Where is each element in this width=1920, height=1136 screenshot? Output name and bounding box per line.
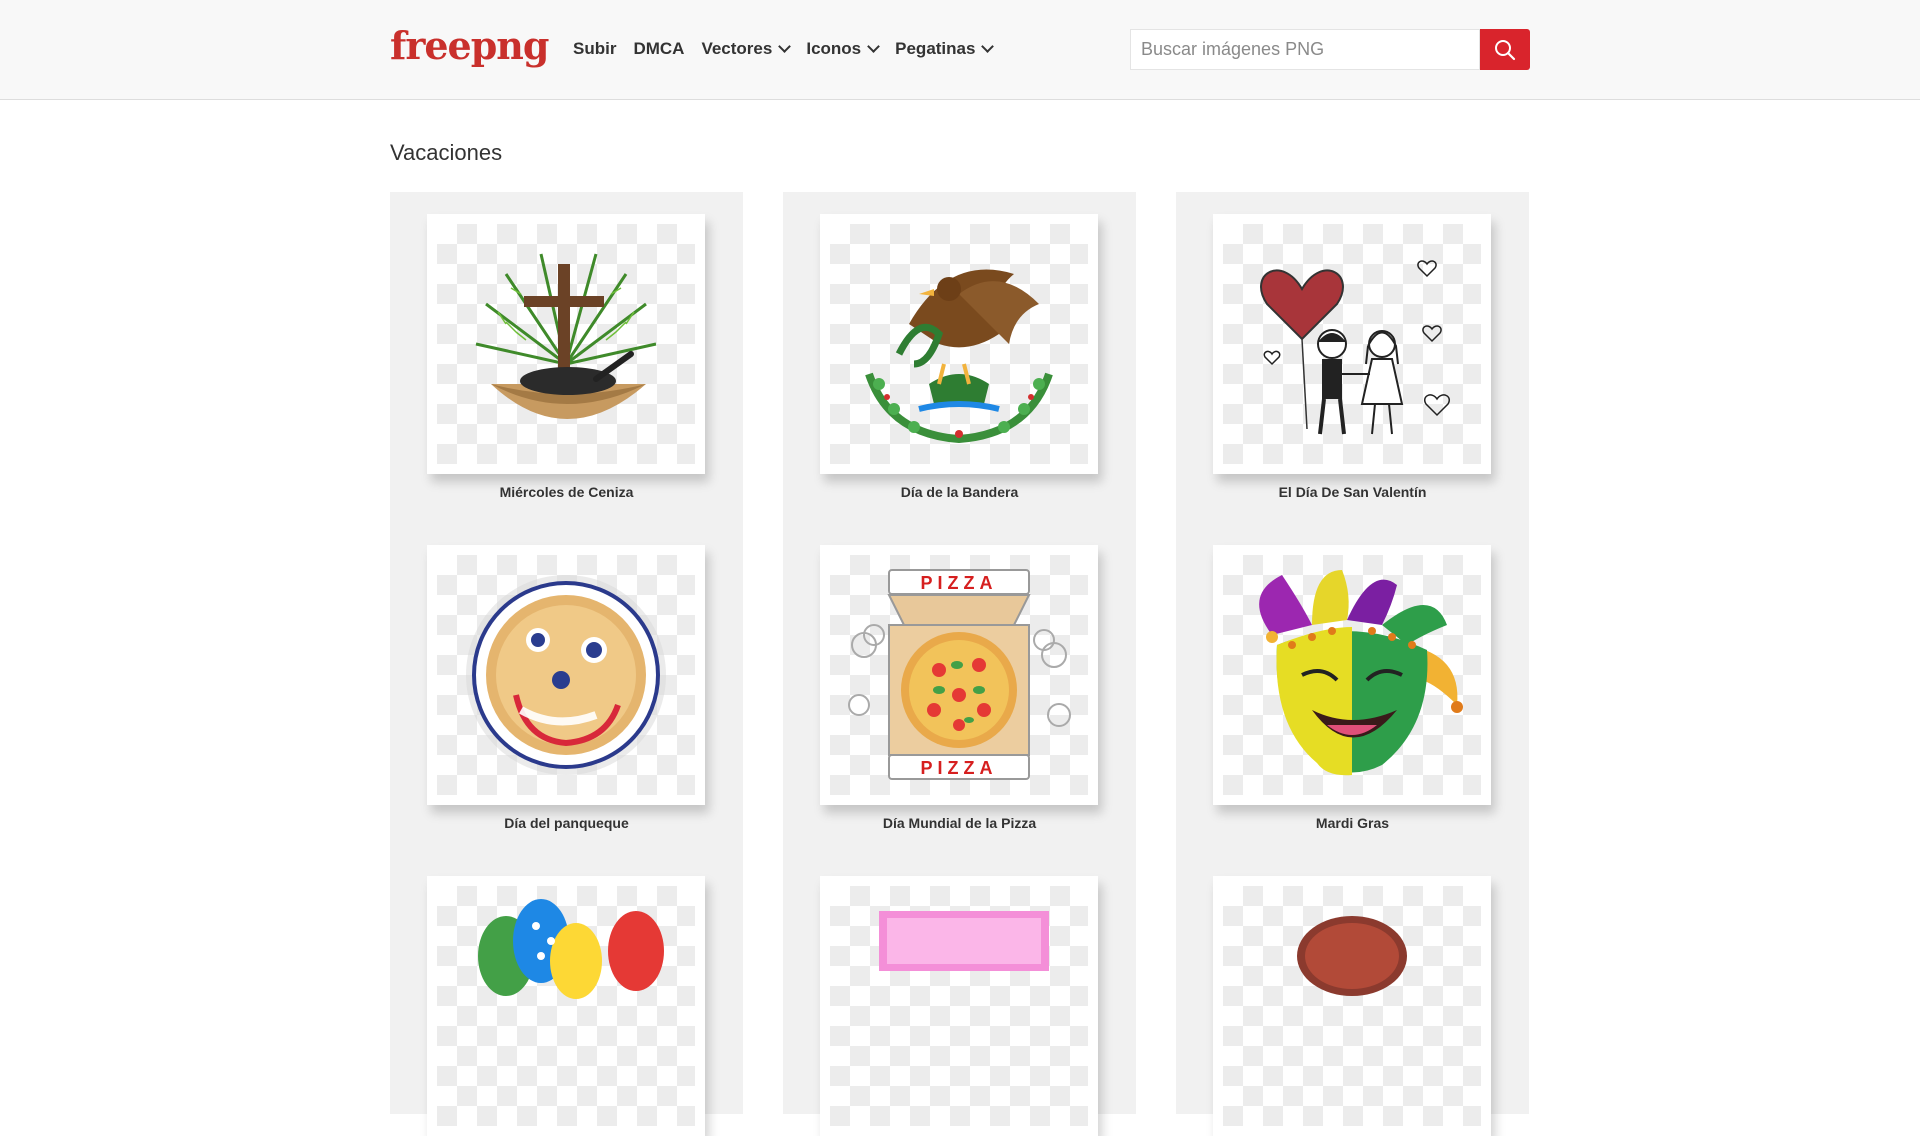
thumbnail[interactable]: PIZZA PIZZA — [820, 545, 1098, 805]
image-card[interactable]: Día del panqueque — [390, 523, 743, 854]
search-input[interactable] — [1130, 29, 1480, 70]
valentine-couple-image — [1260, 260, 1450, 435]
thumbnail[interactable] — [1213, 545, 1491, 805]
image-caption[interactable]: Día Mundial de la Pizza — [783, 815, 1136, 831]
nav-label: DMCA — [633, 39, 685, 58]
search-bar — [1130, 29, 1530, 70]
image-card[interactable]: Miércoles de Ceniza — [390, 192, 743, 523]
image-card[interactable]: PIZZA PIZZA Día Mundial de la Pizza — [783, 523, 1136, 854]
thumbnail[interactable] — [820, 876, 1098, 1136]
chevron-down-icon — [867, 40, 881, 53]
image-caption[interactable]: Día del panqueque — [390, 815, 743, 831]
thumbnail[interactable] — [427, 214, 705, 474]
nav-dmca[interactable]: DMCA — [633, 38, 684, 60]
svg-text:PIZZA: PIZZA — [921, 573, 998, 593]
nav-label: Pegatinas — [895, 39, 976, 58]
image-caption[interactable]: Miércoles de Ceniza — [390, 484, 743, 500]
svg-text:PIZZA: PIZZA — [921, 758, 998, 778]
nav-iconos[interactable]: Iconos — [806, 38, 881, 60]
thumbnail[interactable] — [427, 545, 705, 805]
easter-eggs-image — [478, 899, 664, 999]
mexican-eagle-image — [865, 269, 1053, 444]
main-nav: Subir DMCA Vectores Iconos Pegatinas — [573, 38, 995, 60]
chevron-down-icon — [981, 40, 995, 53]
image-grid: Miércoles de Ceniza Día de la Bandera El… — [390, 192, 1530, 1136]
thumbnail[interactable] — [1213, 876, 1491, 1136]
image-card[interactable] — [1176, 854, 1529, 1136]
search-icon — [1495, 39, 1516, 60]
nav-label: Subir — [573, 39, 617, 58]
search-button[interactable] — [1480, 29, 1530, 70]
chevron-down-icon — [778, 40, 792, 53]
image-caption[interactable]: El Día De San Valentín — [1176, 484, 1529, 500]
image-caption[interactable]: Día de la Bandera — [783, 484, 1136, 500]
image-caption[interactable]: Mardi Gras — [1176, 815, 1529, 831]
image-card[interactable]: Mardi Gras — [1176, 523, 1529, 854]
section-title: Vacaciones — [390, 140, 503, 165]
image-card[interactable] — [783, 854, 1136, 1136]
pancake-face-image — [466, 575, 666, 775]
thumbnail[interactable] — [1213, 214, 1491, 474]
site-header: freepng Subir DMCA Vectores Iconos Pegat… — [0, 0, 1920, 100]
nav-label: Vectores — [701, 39, 773, 58]
nav-pegatinas[interactable]: Pegatinas — [895, 38, 995, 60]
thumbnail[interactable] — [427, 876, 705, 1136]
thumbnail[interactable] — [820, 214, 1098, 474]
jester-mask-image — [1259, 570, 1463, 776]
pink-card-image — [879, 911, 1049, 971]
badge-image — [1297, 916, 1407, 996]
ash-wednesday-image — [475, 253, 657, 419]
nav-vectores[interactable]: Vectores — [701, 38, 792, 60]
nav-label: Iconos — [806, 39, 862, 58]
nav-subir[interactable]: Subir — [573, 38, 616, 60]
site-logo[interactable]: freepng — [390, 22, 549, 70]
image-card[interactable]: Día de la Bandera — [783, 192, 1136, 523]
image-card[interactable]: El Día De San Valentín — [1176, 192, 1529, 523]
pizza-box-image: PIZZA PIZZA — [848, 569, 1071, 780]
image-card[interactable] — [390, 854, 743, 1136]
